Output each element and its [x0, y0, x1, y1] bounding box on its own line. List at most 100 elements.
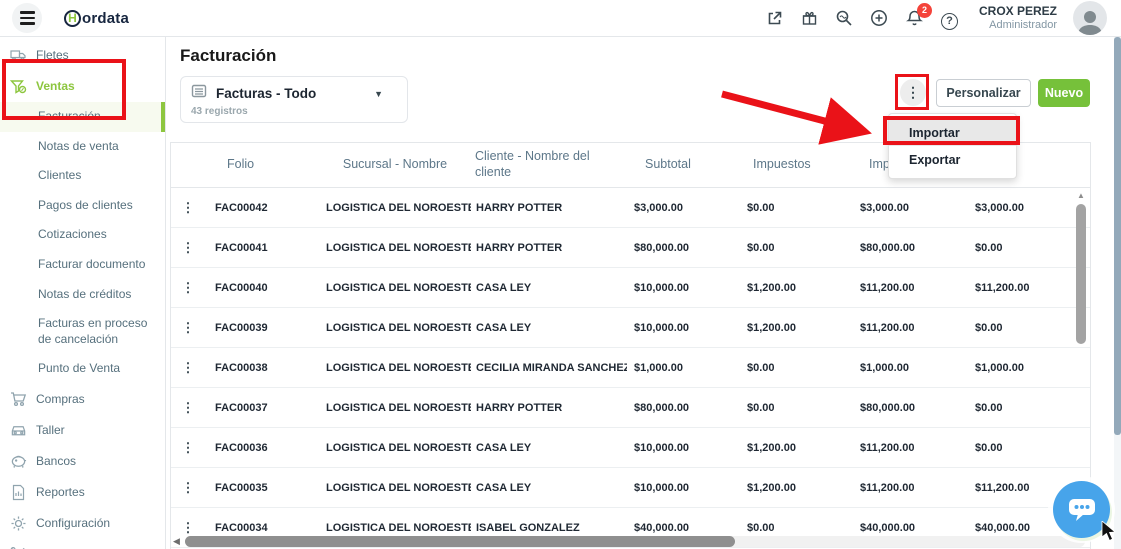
- table-horizontal-scrollbar[interactable]: ◀: [173, 535, 1085, 547]
- plus-icon[interactable]: [870, 9, 889, 28]
- cell-total: $11,200.00: [853, 482, 968, 494]
- sidebar-item-facturar-documento[interactable]: Facturar documento: [0, 250, 165, 280]
- table-row[interactable]: ⋮FAC00038LOGISTICA DEL NOROESTECECILIA M…: [171, 348, 1090, 388]
- cell-subtotal: $40,000.00: [627, 522, 740, 534]
- cell-sucursal: LOGISTICA DEL NOROESTE: [319, 242, 471, 254]
- user-info[interactable]: CROX PEREZ Administrador: [979, 4, 1057, 32]
- menu-item-exportar[interactable]: Exportar: [889, 146, 1016, 173]
- sidebar-item-punto-de-venta[interactable]: Punto de Venta: [0, 354, 165, 384]
- column-header-impuestos[interactable]: Impuestos: [740, 157, 853, 173]
- user-role: Administrador: [979, 19, 1057, 32]
- topbar: H ordata 2 ? CROX PEREZ: [0, 0, 1121, 37]
- chevron-down-icon: ▼: [374, 89, 383, 99]
- cell-cliente: HARRY POTTER: [471, 402, 627, 414]
- cell-total: $80,000.00: [853, 402, 968, 414]
- cell-folio: FAC00036: [205, 442, 319, 454]
- help-icon[interactable]: ?: [940, 12, 959, 31]
- sidebar-list: Fletes VentasFacturaciónNotas de ventaCli…: [0, 40, 165, 549]
- sidebar-item-taller[interactable]: Taller: [0, 415, 165, 446]
- horizontal-scroll-track[interactable]: [185, 536, 1085, 547]
- sidebar-item-fletes[interactable]: Fletes: [0, 40, 165, 71]
- sales-icon: [10, 78, 27, 95]
- cell-saldo: $0.00: [968, 242, 1078, 254]
- list-view-icon: [191, 83, 207, 104]
- cell-total: $11,200.00: [853, 442, 968, 454]
- cart-icon: [10, 391, 27, 408]
- cell-total: $80,000.00: [853, 242, 968, 254]
- table-row[interactable]: ⋮FAC00035LOGISTICA DEL NOROESTECASA LEY $…: [171, 468, 1090, 508]
- cell-total: $3,000.00: [853, 202, 968, 214]
- sidebar-item-reportes[interactable]: Reportes: [0, 477, 165, 508]
- table-body: ⋮FAC00042LOGISTICA DEL NOROESTEHARRY POT…: [171, 188, 1090, 548]
- main-content: Facturación Facturas - Todo ▼ 43 registr…: [166, 37, 1121, 549]
- sidebar-item-label: Fletes: [36, 48, 69, 64]
- column-header-cliente-nombre-del-cliente[interactable]: Cliente - Nombre del cliente: [471, 149, 627, 180]
- page-scrollbar[interactable]: [1114, 37, 1121, 549]
- view-selector-label: Facturas - Todo: [216, 86, 365, 101]
- sidebar-item-configuracion[interactable]: Configuración: [0, 508, 165, 539]
- cell-cliente: CASA LEY: [471, 482, 627, 494]
- row-actions-icon[interactable]: ⋮: [171, 240, 205, 256]
- row-actions-icon[interactable]: ⋮: [171, 520, 205, 536]
- table-row[interactable]: ⋮FAC00037LOGISTICA DEL NOROESTEHARRY POT…: [171, 388, 1090, 428]
- vertical-scroll-thumb[interactable]: [1076, 204, 1086, 344]
- logo-text: ordata: [82, 10, 129, 27]
- row-actions-icon[interactable]: ⋮: [171, 400, 205, 416]
- cell-folio: FAC00042: [205, 202, 319, 214]
- avatar[interactable]: [1073, 1, 1107, 35]
- cell-impuestos: $1,200.00: [740, 442, 853, 454]
- sidebar-item-notas-de-creditos[interactable]: Notas de créditos: [0, 280, 165, 310]
- sidebar-item-facturacion[interactable]: Facturación: [0, 102, 165, 132]
- sidebar-item-label: Facturas en proceso de cancelación: [38, 316, 157, 347]
- cell-saldo: $0.00: [968, 402, 1078, 414]
- sidebar-item-herramientas[interactable]: Herramientas: [0, 539, 165, 549]
- cell-impuestos: $0.00: [740, 522, 853, 534]
- chat-widget-button[interactable]: [1053, 481, 1110, 538]
- sidebar-item-clientes[interactable]: Clientes: [0, 161, 165, 191]
- record-count: 43 registros: [191, 106, 397, 117]
- external-link-icon[interactable]: [765, 9, 784, 28]
- row-actions-icon[interactable]: ⋮: [171, 200, 205, 216]
- new-button[interactable]: Nuevo: [1038, 79, 1090, 107]
- bell-icon[interactable]: 2: [905, 9, 924, 28]
- table-row[interactable]: ⋮FAC00039LOGISTICA DEL NOROESTECASA LEY$…: [171, 308, 1090, 348]
- cell-sucursal: LOGISTICA DEL NOROESTE: [319, 482, 471, 494]
- table-row[interactable]: ⋮FAC00041LOGISTICA DEL NOROESTEHARRY POT…: [171, 228, 1090, 268]
- row-actions-icon[interactable]: ⋮: [171, 440, 205, 456]
- cell-total: $1,000.00: [853, 362, 968, 374]
- scroll-left-arrow-icon[interactable]: ◀: [173, 536, 185, 547]
- scroll-up-arrow-icon[interactable]: ▲: [1075, 191, 1087, 200]
- row-actions-icon[interactable]: ⋮: [171, 480, 205, 496]
- page-scroll-thumb[interactable]: [1114, 37, 1121, 435]
- gift-icon[interactable]: [800, 9, 819, 28]
- menu-item-importar[interactable]: Importar: [889, 119, 1016, 146]
- personalize-button[interactable]: Personalizar: [936, 79, 1031, 107]
- row-actions-icon[interactable]: ⋮: [171, 360, 205, 376]
- cell-sucursal: LOGISTICA DEL NOROESTE: [319, 282, 471, 294]
- hamburger-menu-icon[interactable]: [12, 3, 42, 33]
- table-row[interactable]: ⋮FAC00040LOGISTICA DEL NOROESTECASA LEY$…: [171, 268, 1090, 308]
- column-header-folio[interactable]: Folio: [205, 157, 319, 173]
- sidebar-item-label: Bancos: [36, 454, 76, 470]
- sidebar-item-facturas-en-proceso-de-cancelacion[interactable]: Facturas en proceso de cancelación: [0, 309, 165, 354]
- view-selector[interactable]: Facturas - Todo ▼ 43 registros: [180, 76, 408, 123]
- sidebar-item-pagos-de-clientes[interactable]: Pagos de clientes: [0, 191, 165, 221]
- search-icon[interactable]: [835, 9, 854, 28]
- table-row[interactable]: ⋮FAC00036LOGISTICA DEL NOROESTECASA LEY$…: [171, 428, 1090, 468]
- horizontal-scroll-thumb[interactable]: [185, 536, 735, 547]
- cell-folio: FAC00037: [205, 402, 319, 414]
- sidebar-item-notas-de-venta[interactable]: Notas de venta: [0, 132, 165, 162]
- sidebar-item-compras[interactable]: Compras: [0, 384, 165, 415]
- column-header-subtotal[interactable]: Subtotal: [627, 157, 740, 173]
- cell-cliente: CASA LEY: [471, 282, 627, 294]
- sidebar-item-bancos[interactable]: Bancos: [0, 446, 165, 477]
- sidebar-item-ventas[interactable]: Ventas: [0, 71, 165, 102]
- sidebar-item-label: Cotizaciones: [38, 227, 107, 243]
- column-header-sucursal-nombre[interactable]: Sucursal - Nombre: [319, 157, 471, 173]
- sidebar-item-cotizaciones[interactable]: Cotizaciones: [0, 220, 165, 250]
- row-actions-icon[interactable]: ⋮: [171, 280, 205, 296]
- cell-folio: FAC00035: [205, 482, 319, 494]
- more-options-button[interactable]: ⋮: [900, 79, 926, 106]
- table-row[interactable]: ⋮FAC00042LOGISTICA DEL NOROESTEHARRY POT…: [171, 188, 1090, 228]
- row-actions-icon[interactable]: ⋮: [171, 320, 205, 336]
